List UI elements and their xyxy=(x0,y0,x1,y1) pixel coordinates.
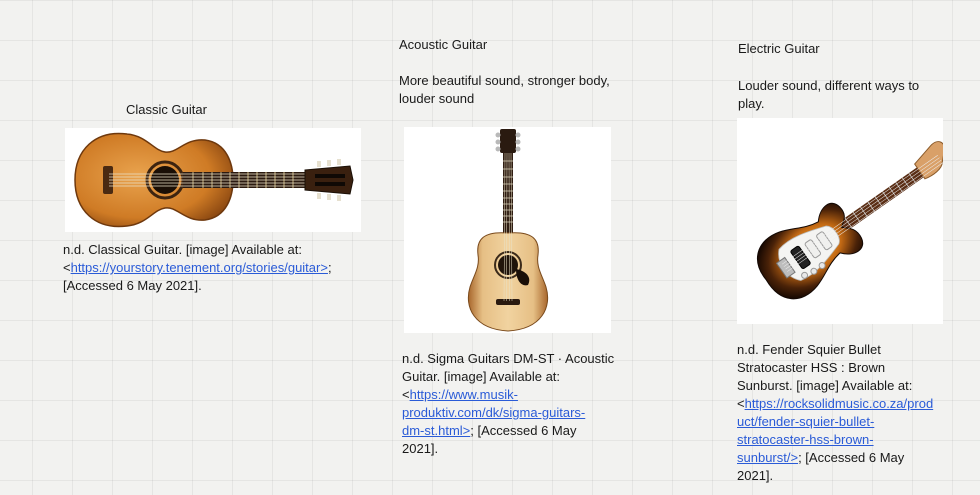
classic-citation-line3: [Accessed 6 May 2021]. xyxy=(63,278,202,293)
acoustic-citation-link-part3[interactable]: dm-st.html> xyxy=(402,423,470,438)
acoustic-citation-after: ; [Accessed 6 May xyxy=(470,423,577,438)
electric-citation-line4: <https://rocksolidmusic.co.za/prod xyxy=(737,395,933,413)
acoustic-citation-line2: Guitar. [image] Available at: xyxy=(402,369,561,384)
classic-citation-line1: n.d. Classical Guitar. [image] Available… xyxy=(63,242,302,257)
acoustic-citation-lt: < xyxy=(402,387,410,402)
electric-citation-after: ; [Accessed 6 May xyxy=(798,450,905,465)
acoustic-desc-line2: louder sound xyxy=(399,91,475,106)
classic-citation-lt: < xyxy=(63,260,71,275)
acoustic-citation-line4: produktiv.com/dk/sigma-guitars- xyxy=(402,404,585,422)
electric-citation-line3: Sunburst. [image] Available at: xyxy=(737,378,913,393)
electric-citation-line2: Stratocaster HSS : Brown xyxy=(737,360,886,375)
acoustic-citation-link-part1[interactable]: https://www.musik- xyxy=(410,387,518,402)
electric-citation-line6: stratocaster-hss-brown- xyxy=(737,431,874,449)
electric-desc-line2: play. xyxy=(738,96,765,111)
electric-desc-line1: Louder sound, different ways to xyxy=(738,78,920,93)
electric-guitar-title: Electric Guitar xyxy=(738,41,820,56)
classic-guitar-title: Classic Guitar xyxy=(126,102,207,117)
classical-guitar-image[interactable] xyxy=(65,128,361,232)
classic-citation-after: ; xyxy=(327,260,332,275)
acoustic-citation-line5: dm-st.html>; [Accessed 6 May xyxy=(402,422,576,440)
classic-citation-link[interactable]: https://yourstory.tenement.org/stories/g… xyxy=(71,260,328,275)
electric-citation-link-part2[interactable]: uct/fender-squier-bullet- xyxy=(737,414,874,429)
electric-citation-line8: 2021]. xyxy=(737,468,774,483)
electric-citation-line5: uct/fender-squier-bullet- xyxy=(737,413,874,431)
electric-citation-link-part1[interactable]: https://rocksolidmusic.co.za/prod xyxy=(745,396,934,411)
electric-citation-link-part3[interactable]: stratocaster-hss-brown- xyxy=(737,432,874,447)
acoustic-guitar-image[interactable] xyxy=(404,127,611,333)
acoustic-guitar-title: Acoustic Guitar xyxy=(399,37,488,52)
acoustic-citation-line1: n.d. Sigma Guitars DM-ST · Acoustic xyxy=(402,351,615,366)
acoustic-citation-line3: <https://www.musik- xyxy=(402,386,518,404)
acoustic-citation-link-part2[interactable]: produktiv.com/dk/sigma-guitars- xyxy=(402,405,585,420)
acoustic-desc-line1: More beautiful sound, stronger body, xyxy=(399,73,610,88)
electric-citation-line1: n.d. Fender Squier Bullet xyxy=(737,342,881,357)
electric-guitar-image[interactable] xyxy=(737,118,943,324)
classic-citation-line2: <https://yourstory.tenement.org/stories/… xyxy=(63,259,332,277)
acoustic-citation-line6: 2021]. xyxy=(402,441,439,456)
electric-citation-lt: < xyxy=(737,396,745,411)
electric-citation-link-part4[interactable]: sunburst/> xyxy=(737,450,798,465)
electric-citation-line7: sunburst/>; [Accessed 6 May xyxy=(737,449,904,467)
